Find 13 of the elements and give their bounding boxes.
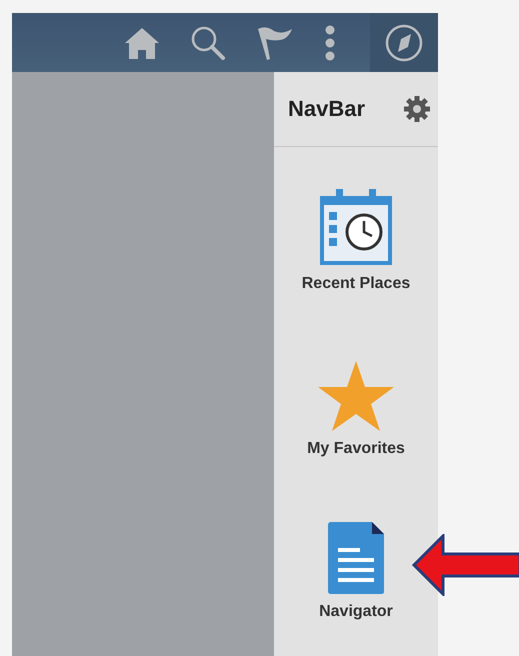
compass-icon[interactable]: [385, 24, 423, 62]
more-icon[interactable]: [324, 24, 336, 60]
search-icon[interactable]: [190, 24, 226, 60]
navbar-title: NavBar: [288, 96, 366, 122]
navbar-tile[interactable]: Navigator: [281, 522, 431, 621]
settings-icon[interactable]: [404, 96, 430, 122]
flag-icon[interactable]: [256, 24, 294, 60]
star-icon: [318, 361, 394, 431]
navbar-tile[interactable]: My Favorites: [281, 361, 431, 458]
document-icon: [328, 522, 384, 594]
home-icon[interactable]: [124, 26, 160, 60]
navbar-tile[interactable]: Recent Places: [281, 188, 431, 293]
calendar-clock-icon: [319, 188, 393, 266]
